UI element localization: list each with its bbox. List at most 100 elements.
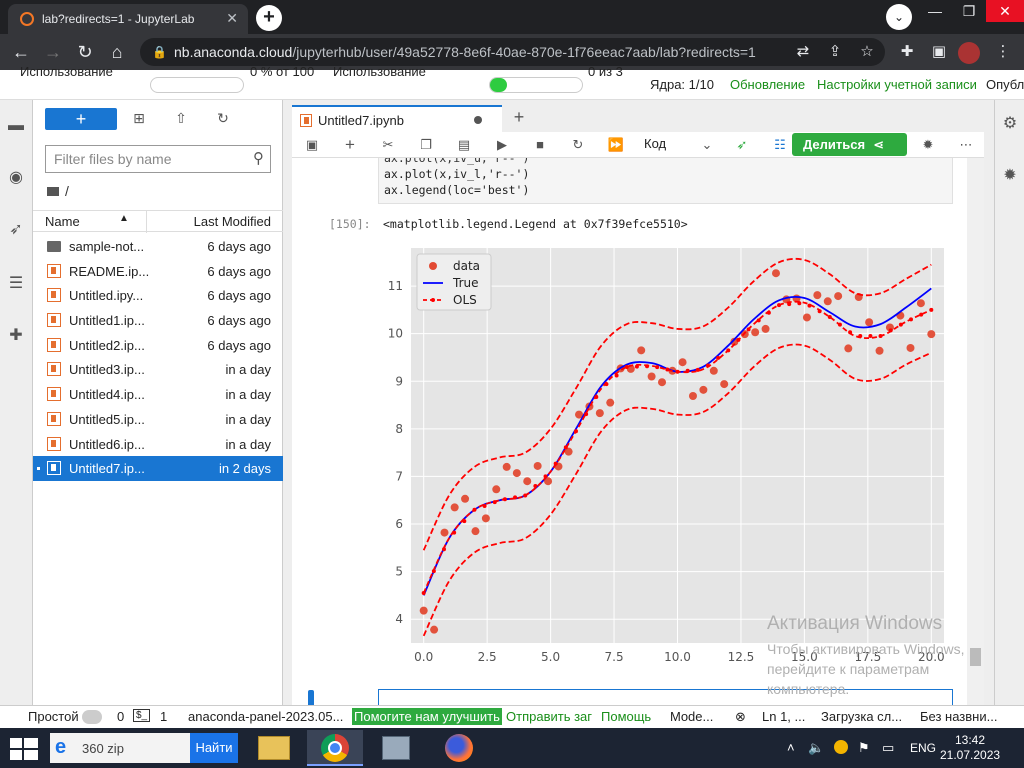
clock-time: 13:42 bbox=[954, 733, 986, 747]
new-folder-icon[interactable]: ⊞ bbox=[130, 110, 148, 128]
bookmark-star-icon[interactable]: ☆ bbox=[856, 42, 878, 64]
copy-icon[interactable]: ❐ bbox=[416, 136, 436, 154]
share-page-icon[interactable]: ⇪ bbox=[824, 42, 846, 64]
folder-icon[interactable]: ▬ bbox=[6, 116, 26, 136]
add-tab-button[interactable]: + bbox=[508, 107, 530, 129]
data-point bbox=[802, 313, 811, 322]
browser-menu-icon[interactable]: ⋮ bbox=[992, 42, 1014, 64]
reload-icon[interactable]: ↻ bbox=[74, 42, 96, 64]
chrome-icon[interactable] bbox=[307, 730, 363, 766]
file-row[interactable]: Untitled4.ip... in a day bbox=[33, 382, 283, 407]
ols-marker bbox=[746, 327, 751, 332]
column-name-header[interactable]: Name bbox=[45, 214, 80, 229]
file-row[interactable]: Untitled5.ip... in a day bbox=[33, 407, 283, 432]
file-row[interactable]: README.ip... 6 days ago bbox=[33, 259, 283, 284]
more-options-icon[interactable]: ⋯ bbox=[956, 136, 976, 154]
update-link[interactable]: Обновление bbox=[730, 77, 805, 92]
running-kernels-icon[interactable]: ◉ bbox=[6, 168, 26, 188]
table-of-contents-icon[interactable]: ☰ bbox=[6, 274, 26, 294]
clock[interactable]: 13:42 21.07.2023 bbox=[940, 733, 1000, 763]
insert-cell-icon[interactable]: + bbox=[340, 136, 360, 154]
windows-start-icon[interactable] bbox=[10, 738, 38, 760]
debugger-bug-icon[interactable]: ✹ bbox=[1000, 166, 1020, 186]
share-button[interactable]: Делиться ⋖ bbox=[792, 133, 907, 156]
volume-icon[interactable]: 🔈 bbox=[808, 740, 824, 756]
notebook-scrollbar[interactable] bbox=[967, 158, 984, 705]
restart-icon[interactable]: ↻ bbox=[568, 136, 588, 154]
tray-app-icon[interactable] bbox=[834, 740, 848, 754]
firefox-icon[interactable] bbox=[431, 730, 487, 766]
stop-icon[interactable]: ■ bbox=[530, 136, 550, 154]
translate-icon[interactable]: ⇄ bbox=[792, 42, 814, 64]
file-row[interactable]: Untitled1.ip... 6 days ago bbox=[33, 308, 283, 333]
column-modified-header[interactable]: Last Modified bbox=[194, 214, 271, 229]
extensions-icon[interactable]: ✚ bbox=[896, 42, 918, 64]
language-indicator[interactable]: ENG bbox=[910, 741, 936, 755]
terminals-count[interactable]: 0 bbox=[117, 709, 124, 724]
account-settings-link[interactable]: Настройки учетной записи bbox=[817, 77, 977, 92]
assistant-rocket-icon[interactable]: ➶ bbox=[732, 136, 752, 154]
network-icon[interactable]: ▭ bbox=[882, 740, 894, 756]
file-row[interactable]: Untitled7.ip... in 2 days bbox=[33, 456, 283, 481]
new-tab-button[interactable]: + bbox=[256, 5, 282, 31]
property-inspector-gear-icon[interactable]: ⚙ bbox=[1000, 114, 1020, 134]
help-link[interactable]: Помощь bbox=[601, 709, 651, 724]
flag-icon[interactable]: ⚑ bbox=[858, 740, 870, 756]
save-icon[interactable]: ▣ bbox=[302, 136, 322, 154]
cursor-position[interactable]: Ln 1, ... bbox=[762, 709, 805, 724]
file-row[interactable]: Untitled.ipy... 6 days ago bbox=[33, 283, 283, 308]
filter-files-input[interactable]: Filter files by name ⚲ bbox=[45, 145, 271, 173]
publish-link[interactable]: Опубл bbox=[986, 77, 1024, 92]
close-tab-icon[interactable]: ✕ bbox=[226, 10, 238, 27]
sort-asc-icon[interactable]: ▲ bbox=[119, 213, 129, 224]
data-point bbox=[906, 343, 915, 352]
active-cell-marker bbox=[308, 690, 314, 705]
unsaved-dot-icon[interactable] bbox=[474, 116, 482, 124]
taskbar-search-button[interactable]: Найти bbox=[190, 733, 238, 763]
file-row[interactable]: Untitled3.ip... in a day bbox=[33, 357, 283, 382]
forward-icon[interactable]: → bbox=[42, 42, 64, 64]
kernels-count-status[interactable]: 1 bbox=[160, 709, 167, 724]
file-row[interactable]: sample-not... 6 days ago bbox=[33, 234, 283, 259]
back-icon[interactable]: ← bbox=[10, 42, 32, 64]
extension-puzzle-icon[interactable]: ✚ bbox=[6, 326, 26, 346]
minimize-window-button[interactable]: — bbox=[918, 0, 952, 22]
cut-icon[interactable]: ✂ bbox=[378, 136, 398, 154]
task-manager-icon[interactable] bbox=[368, 730, 424, 766]
help-improve-button[interactable]: Помогите нам улучшить bbox=[352, 708, 502, 725]
tray-chevron-icon[interactable]: ˄ bbox=[787, 740, 795, 755]
close-window-button[interactable]: ✕ bbox=[986, 0, 1024, 22]
browser-tab[interactable]: lab?redirects=1 - JupyterLab ✕ bbox=[8, 4, 248, 34]
panel-version[interactable]: anaconda-panel-2023.05... bbox=[188, 709, 343, 724]
home-icon[interactable]: ⌂ bbox=[106, 42, 128, 64]
file-row[interactable]: Untitled2.ip... 6 days ago bbox=[33, 333, 283, 358]
ols-marker bbox=[543, 474, 548, 479]
file-row[interactable]: Untitled6.ip... in a day bbox=[33, 432, 283, 457]
chevron-down-icon[interactable]: ⌄ bbox=[697, 136, 717, 154]
address-bar[interactable]: 🔒 nb.anaconda.cloud/jupyterhub/user/49a5… bbox=[140, 38, 885, 66]
run-icon[interactable]: ▶ bbox=[492, 136, 512, 154]
variables-panel-icon[interactable]: ☷ bbox=[770, 136, 790, 154]
search-icon: ⚲ bbox=[253, 150, 264, 167]
sidepanel-icon[interactable]: ▣ bbox=[928, 42, 950, 64]
file-explorer-icon[interactable] bbox=[246, 730, 302, 766]
rocket-icon[interactable]: ➶ bbox=[6, 220, 26, 240]
breadcrumb[interactable]: / bbox=[47, 183, 69, 199]
new-launcher-button[interactable]: + bbox=[45, 108, 117, 130]
code-cell[interactable]: ax.plot(x,iv_u,'r--') ax.plot(x,iv_l,'r-… bbox=[378, 158, 953, 204]
tab-search-button[interactable]: ⌄ bbox=[886, 4, 912, 30]
notebook-tab[interactable]: Untitled7.ipynb bbox=[292, 105, 502, 132]
refresh-icon[interactable]: ↻ bbox=[214, 110, 232, 128]
upload-icon[interactable]: ⇧ bbox=[172, 110, 190, 128]
report-bug-link[interactable]: Отправить заг bbox=[506, 709, 592, 724]
cell-type-select[interactable]: Код bbox=[644, 136, 666, 151]
debugger-bug-icon[interactable]: ✹ bbox=[918, 136, 938, 154]
simple-mode-toggle[interactable] bbox=[82, 710, 102, 724]
profile-avatar[interactable] bbox=[958, 42, 980, 64]
taskbar-search-input[interactable]: e 360 zip bbox=[50, 733, 190, 763]
restore-window-button[interactable]: ❐ bbox=[952, 0, 986, 22]
paste-icon[interactable]: ▤ bbox=[454, 136, 474, 154]
notebook-icon bbox=[300, 114, 312, 127]
mode-indicator[interactable]: Mode... bbox=[670, 709, 713, 724]
restart-run-all-icon[interactable]: ⏩ bbox=[606, 136, 626, 154]
